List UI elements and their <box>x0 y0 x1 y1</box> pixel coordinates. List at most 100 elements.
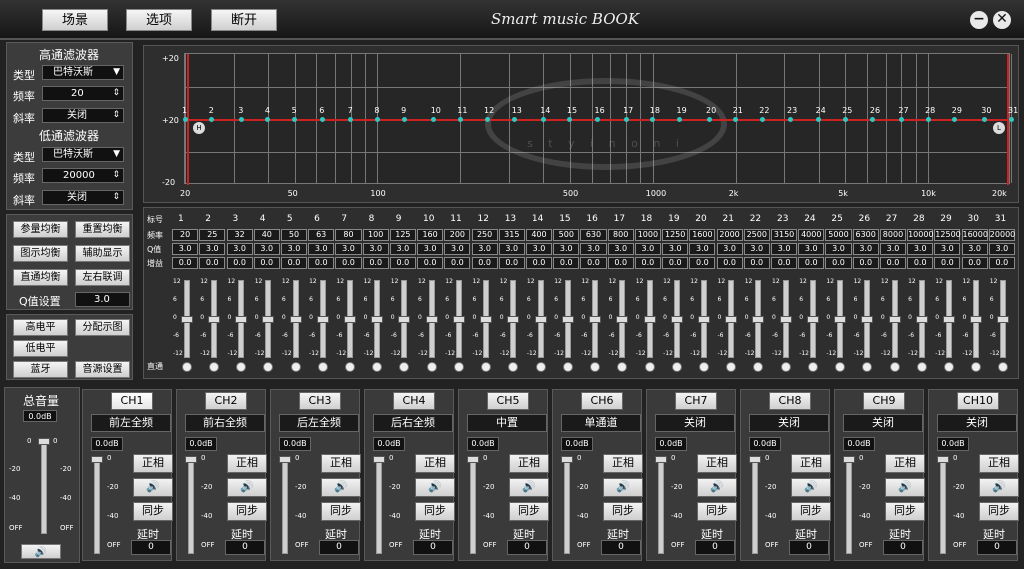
delay-input[interactable]: 0 <box>319 540 359 555</box>
band-q-field[interactable]: 3.0 <box>907 243 934 255</box>
mute-button[interactable]: 🔊 <box>697 478 737 497</box>
channel-source-select[interactable]: 中置 <box>467 414 547 432</box>
mute-button[interactable]: 🔊 <box>321 478 361 497</box>
band-q-field[interactable]: 3.0 <box>580 243 607 255</box>
band-fader-knob[interactable] <box>262 316 275 323</box>
master-fader-knob[interactable] <box>38 438 50 445</box>
phase-button[interactable]: 正相 <box>791 454 831 473</box>
band-bypass-toggle[interactable] <box>236 362 247 372</box>
master-fader-track[interactable] <box>41 438 47 534</box>
band-bypass-toggle[interactable] <box>916 362 927 372</box>
band-gain-field[interactable]: 0.0 <box>634 257 661 269</box>
band-bypass-toggle[interactable] <box>644 362 655 372</box>
band-q-field[interactable]: 3.0 <box>280 243 308 255</box>
channel-name-button[interactable]: CH9 <box>863 392 905 410</box>
band-q-field[interactable]: 3.0 <box>771 243 798 255</box>
band-fader-knob[interactable] <box>235 316 248 323</box>
delay-input[interactable]: 0 <box>507 540 547 555</box>
phase-button[interactable]: 正相 <box>415 454 455 473</box>
delay-input[interactable]: 0 <box>601 540 641 555</box>
phase-button[interactable]: 正相 <box>697 454 737 473</box>
band-gain-field[interactable]: 0.0 <box>743 257 770 269</box>
band-fader-knob[interactable] <box>670 316 683 323</box>
band-gain-field[interactable]: 0.0 <box>825 257 852 269</box>
eq-point[interactable] <box>898 117 904 122</box>
band-freq-field[interactable]: 2500 <box>743 229 770 241</box>
band-q-field[interactable]: 3.0 <box>852 243 879 255</box>
channel-fader-track[interactable] <box>564 456 570 554</box>
band-fader-knob[interactable] <box>752 316 765 323</box>
band-q-field[interactable]: 3.0 <box>607 243 634 255</box>
band-gain-field[interactable]: 0.0 <box>553 257 580 269</box>
band-q-field[interactable]: 3.0 <box>498 243 525 255</box>
mute-button[interactable]: 🔊 <box>509 478 549 497</box>
mute-button[interactable]: 🔊 <box>603 478 643 497</box>
band-fader-knob[interactable] <box>561 316 574 323</box>
delay-input[interactable]: 0 <box>789 540 829 555</box>
band-bypass-toggle[interactable] <box>317 362 328 372</box>
band-fader-knob[interactable] <box>779 316 792 323</box>
band-q-field[interactable]: 3.0 <box>417 243 444 255</box>
mute-button[interactable]: 🔊 <box>791 478 831 497</box>
band-fader-knob[interactable] <box>997 316 1010 323</box>
band-gain-field[interactable]: 0.0 <box>607 257 634 269</box>
band-freq-field[interactable]: 16000 <box>961 229 988 241</box>
mute-button[interactable]: 🔊 <box>979 478 1019 497</box>
band-gain-field[interactable]: 0.0 <box>335 257 362 269</box>
eq-point[interactable] <box>925 117 931 122</box>
band-fader-knob[interactable] <box>480 316 493 323</box>
band-fader-knob[interactable] <box>589 316 601 323</box>
eq-point[interactable] <box>677 117 682 122</box>
channel-name-button[interactable]: CH7 <box>675 392 717 410</box>
band-q-field[interactable]: 3.0 <box>934 243 961 255</box>
channel-fader-knob[interactable] <box>937 456 949 463</box>
high-level-button[interactable]: 高电平 <box>13 319 68 336</box>
channel-name-button[interactable]: CH5 <box>487 392 529 410</box>
band-fader-knob[interactable] <box>371 316 384 323</box>
band-bypass-toggle[interactable] <box>562 362 573 372</box>
band-gain-field[interactable]: 0.0 <box>689 257 716 269</box>
band-freq-field[interactable]: 80 <box>335 229 362 241</box>
band-bypass-toggle[interactable] <box>807 362 818 372</box>
channel-source-select[interactable]: 关闭 <box>843 414 923 432</box>
band-bypass-toggle[interactable] <box>508 362 519 372</box>
hp-type-select[interactable]: 巴特沃斯 ▼ <box>42 65 124 80</box>
band-fader-knob[interactable] <box>316 316 329 323</box>
band-bypass-toggle[interactable] <box>590 362 600 372</box>
delay-input[interactable]: 0 <box>131 540 171 555</box>
band-q-field[interactable]: 3.0 <box>389 243 416 255</box>
phase-button[interactable]: 正相 <box>321 454 361 473</box>
band-bypass-toggle[interactable] <box>998 362 1009 372</box>
hp-freq-input[interactable]: 20 ⇕ <box>42 86 124 101</box>
channel-fader-knob[interactable] <box>655 456 667 463</box>
band-q-field[interactable]: 3.0 <box>525 243 553 255</box>
band-fader-knob[interactable] <box>806 316 819 323</box>
menu-disconnect[interactable]: 断开 <box>211 9 277 31</box>
band-gain-field[interactable]: 0.0 <box>771 257 798 269</box>
band-freq-field[interactable]: 160 <box>417 229 444 241</box>
phase-button[interactable]: 正相 <box>133 454 173 473</box>
eq-point[interactable] <box>484 117 490 122</box>
channel-fader-knob[interactable] <box>749 456 761 463</box>
menu-scene[interactable]: 场景 <box>42 9 108 31</box>
band-freq-field[interactable]: 32 <box>226 229 253 241</box>
band-fader-knob[interactable] <box>344 316 356 323</box>
band-q-field[interactable]: 3.0 <box>689 243 716 255</box>
band-fader-knob[interactable] <box>425 316 438 323</box>
band-gain-field[interactable]: 0.0 <box>580 257 607 269</box>
band-q-field[interactable]: 3.0 <box>825 243 852 255</box>
channel-source-select[interactable]: 前左全频 <box>91 414 171 432</box>
mute-button[interactable]: 🔊 <box>885 478 925 497</box>
band-bypass-toggle[interactable] <box>208 362 219 372</box>
mute-button[interactable]: 🔊 <box>133 478 173 497</box>
distribution-diagram-button[interactable]: 分配示图 <box>75 319 130 336</box>
delay-input[interactable]: 0 <box>883 540 923 555</box>
band-freq-field[interactable]: 250 <box>471 229 498 241</box>
band-freq-field[interactable]: 200 <box>444 229 471 241</box>
band-fader-knob[interactable] <box>725 316 738 323</box>
delay-input[interactable]: 0 <box>695 540 735 555</box>
lp-freq-input[interactable]: 20000 ⇕ <box>42 168 124 183</box>
delay-input[interactable]: 0 <box>225 540 265 555</box>
band-bypass-toggle[interactable] <box>835 362 845 372</box>
band-gain-field[interactable]: 0.0 <box>879 257 907 269</box>
